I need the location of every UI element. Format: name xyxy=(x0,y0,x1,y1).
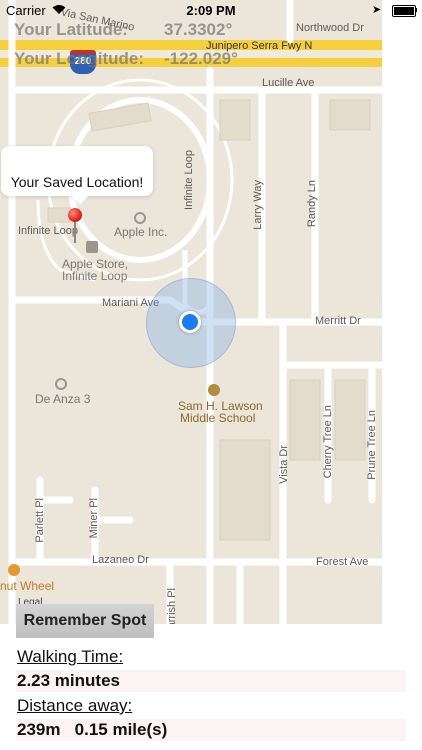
school-icon xyxy=(208,384,220,396)
latitude-row: Your Latitude: 37.3302° xyxy=(14,20,232,40)
road-label-forest-ave: Forest Ave xyxy=(316,556,369,568)
road-label-vista-dr: Vista Dr xyxy=(278,445,290,484)
road-label-infinite-loop-v: Infinite Loop xyxy=(183,150,195,210)
remember-spot-button[interactable]: Remember Spot xyxy=(16,604,154,638)
latitude-value: 37.3302° xyxy=(164,20,233,39)
user-location-icon[interactable] xyxy=(179,311,201,333)
longitude-row: Your Longitude: -122.029° xyxy=(14,49,238,69)
de-anza-poi-icon xyxy=(55,378,67,390)
walking-time-value: 2.23 minutes xyxy=(17,671,120,690)
poi-label-apple-store-line2: Infinite Loop xyxy=(62,269,128,283)
walking-time-label: Walking Time: xyxy=(17,647,124,666)
poi-label-de-anza: De Anza 3 xyxy=(35,392,91,406)
road-label-northwood-dr: Northwood Dr xyxy=(296,22,364,34)
map-view[interactable]: 280 Via San Marino Northwood Dr Junipero… xyxy=(0,0,382,624)
road-label-cherry-tree-ln: Cherry Tree Ln xyxy=(322,405,334,479)
saved-location-callout[interactable]: Your Saved Location! xyxy=(1,146,153,205)
location-services-icon: ➤ xyxy=(372,4,382,16)
status-bar: Carrier 2:09 PM ➤ xyxy=(0,0,422,20)
road-label-infinite-loop-h: Infinite Loop xyxy=(18,225,78,237)
distance-label: Distance away: xyxy=(17,696,133,715)
map-pin-icon[interactable] xyxy=(68,208,82,222)
road-label-lucille-ave: Lucille Ave xyxy=(262,77,315,89)
road-label-randy-ln: Randy Ln xyxy=(306,180,318,228)
battery-icon xyxy=(392,5,416,17)
longitude-label: Your Longitude: xyxy=(14,49,144,68)
latitude-label: Your Latitude: xyxy=(14,20,128,39)
poi-label-nut-wheel: nut Wheel xyxy=(0,579,55,593)
road-label-larry-way: Larry Way xyxy=(252,180,264,230)
restaurant-icon xyxy=(8,564,20,576)
pin-needle xyxy=(74,221,76,243)
distance-value: 239m 0.15 mile(s) xyxy=(17,720,168,739)
status-time: 2:09 PM xyxy=(186,3,236,18)
callout-text: Your Saved Location! xyxy=(10,174,144,190)
poi-label-school-line2: Middle School xyxy=(180,411,256,425)
road-label-parrish-pl: Parrish Pl xyxy=(166,588,178,624)
road-label-parlett-pl: Parlett Pl xyxy=(34,498,46,543)
road-label-miner-pl: Miner Pl xyxy=(88,498,100,539)
apple-inc-poi-icon xyxy=(134,212,146,224)
apple-store-icon xyxy=(86,241,98,253)
battery-tip xyxy=(415,8,417,12)
road-label-lazaneo-dr: Lazaneo Dr xyxy=(92,554,149,566)
poi-label-apple-inc: Apple Inc. xyxy=(114,225,168,239)
longitude-value: -122.029° xyxy=(164,49,238,68)
road-label-merritt-dr: Merritt Dr xyxy=(315,315,361,327)
road-label-prune-tree-ln: Prune Tree Ln xyxy=(366,410,378,480)
